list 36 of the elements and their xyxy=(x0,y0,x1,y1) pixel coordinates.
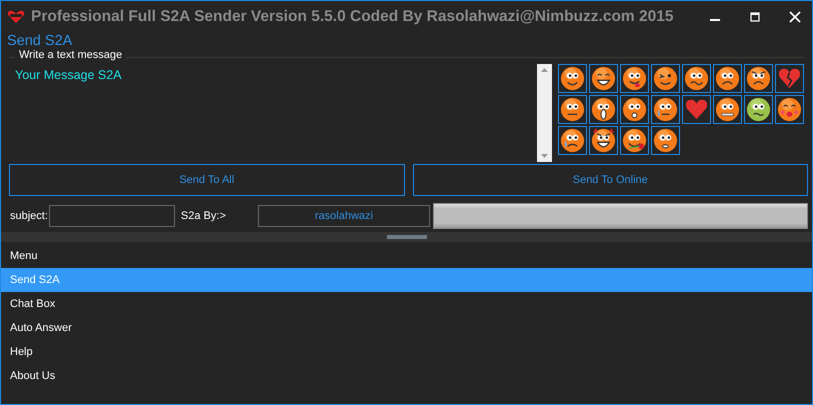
menu-item[interactable]: Menu xyxy=(1,244,812,268)
emoticon-icon[interactable] xyxy=(620,95,649,124)
emoticon-icon[interactable] xyxy=(558,95,587,124)
maximize-icon[interactable] xyxy=(750,12,760,22)
menu-item[interactable]: Chat Box xyxy=(1,292,812,316)
emoticon-icon[interactable] xyxy=(589,64,618,93)
sender-field[interactable]: rasolahwazi xyxy=(258,205,430,227)
page-title: Send S2A xyxy=(6,33,74,50)
emoticon-icon[interactable] xyxy=(589,126,618,155)
group-label: Write a text message xyxy=(15,49,126,61)
menu-item[interactable]: Help xyxy=(1,340,812,364)
emoticon-icon[interactable] xyxy=(589,95,618,124)
app-icon xyxy=(7,10,25,24)
emoticon-icon[interactable] xyxy=(651,126,680,155)
emoticon-icon[interactable] xyxy=(713,64,742,93)
emoticon-icon[interactable] xyxy=(651,95,680,124)
emoticon-icon[interactable] xyxy=(744,64,773,93)
menu-item[interactable]: About Us xyxy=(1,364,812,388)
message-field[interactable]: Your Message S2A xyxy=(9,64,531,160)
menu-item[interactable]: Auto Answer xyxy=(1,316,812,340)
subject-label: subject: xyxy=(10,210,48,222)
emoticon-icon[interactable] xyxy=(558,64,587,93)
emoticon-icon[interactable] xyxy=(651,64,680,93)
emoticon-icon[interactable] xyxy=(713,95,742,124)
emoticon-icon[interactable] xyxy=(558,126,587,155)
send-button[interactable]: Send To Online xyxy=(412,164,808,196)
close-icon[interactable] xyxy=(789,11,801,23)
sender-label: S2a By:> xyxy=(180,210,227,222)
emoticon-icon[interactable] xyxy=(620,126,649,155)
emoticon-icon[interactable] xyxy=(775,95,804,124)
emoticon-icon[interactable] xyxy=(682,64,711,93)
emoticon-icon[interactable] xyxy=(744,95,773,124)
emoticon-icon[interactable] xyxy=(620,64,649,93)
subject-field[interactable] xyxy=(48,205,175,227)
window-title: Professional Full S2A Sender Version 5.5.0 Coded By Rasolahwazi@Nimbuzz.com 2015 xyxy=(31,8,674,26)
send-button[interactable]: Send To All xyxy=(9,164,404,196)
